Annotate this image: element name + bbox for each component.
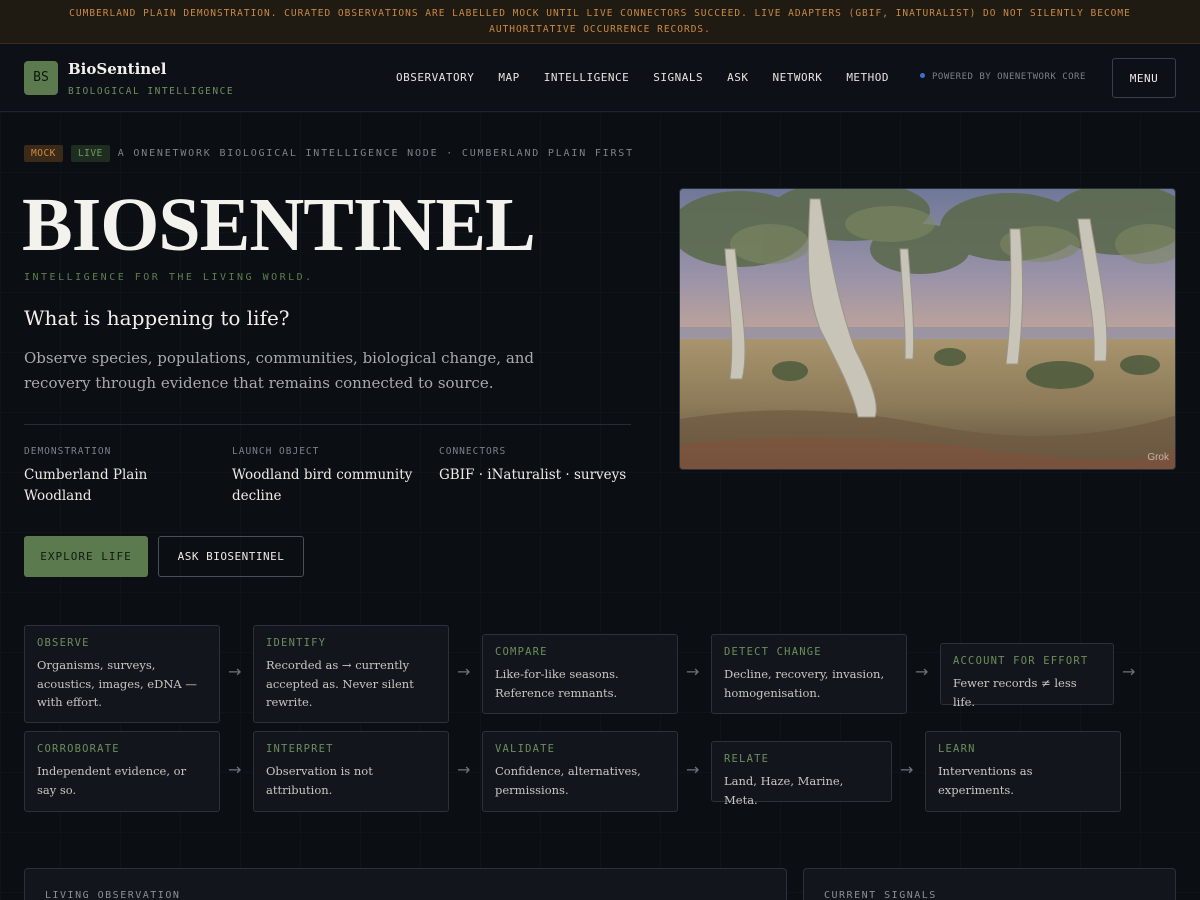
- powered-by-text: POWERED BY ONENETWORK CORE: [932, 72, 1086, 82]
- menu-button[interactable]: MENU: [1112, 58, 1176, 98]
- status-dot-icon: [920, 73, 925, 78]
- nav-method[interactable]: METHOD: [846, 71, 889, 84]
- arrow-right-icon: →: [900, 760, 914, 779]
- nav-observatory[interactable]: OBSERVATORY: [396, 71, 474, 84]
- flow-step-title: OBSERVE: [37, 637, 90, 649]
- flow-step-validate: VALIDATE Confidence, alternatives, permi…: [482, 731, 678, 812]
- hero-landscape-image: Grok: [679, 188, 1176, 470]
- flow-step-desc: Decline, recovery, invasion, homogenisat…: [724, 667, 885, 700]
- main-nav: OBSERVATORY MAP INTELLIGENCE SIGNALS ASK…: [396, 71, 913, 84]
- living-observation-panel: LIVING OBSERVATION: [24, 868, 787, 900]
- flow-step-desc: Interventions as experiments.: [938, 764, 1033, 797]
- flow-step-identify: IDENTIFY Recorded as → currently accepte…: [253, 625, 449, 723]
- meta-demonstration: DEMONSTRATION Cumberland Plain Woodland: [24, 446, 224, 507]
- arrow-right-icon: →: [915, 662, 929, 681]
- notice-banner-text: CUMBERLAND PLAIN DEMONSTRATION. CURATED …: [69, 8, 1131, 35]
- nav-ask[interactable]: ASK: [727, 71, 748, 84]
- flow-step-title: INTERPRET: [266, 743, 334, 755]
- flow-step-title: IDENTIFY: [266, 637, 327, 649]
- meta-label: DEMONSTRATION: [24, 446, 112, 457]
- meta-launch-object: LAUNCH OBJECT Woodland bird community de…: [232, 446, 432, 507]
- brand-name[interactable]: BioSentinel: [68, 60, 166, 78]
- flow-step-title: VALIDATE: [495, 743, 556, 755]
- nav-map[interactable]: MAP: [498, 71, 519, 84]
- flow-step-desc: Observation is not attribution.: [266, 764, 373, 797]
- arrow-right-icon: →: [228, 760, 242, 779]
- flow-step-title: LEARN: [938, 743, 976, 755]
- flow-step-compare: COMPARE Like-for-like seasons. Reference…: [482, 634, 678, 714]
- panel-title: CURRENT SIGNALS: [824, 890, 937, 900]
- flow-step-account-for-effort: ACCOUNT FOR EFFORT Fewer records ≠ less …: [940, 643, 1114, 709]
- image-watermark: Grok: [1147, 452, 1169, 463]
- flow-step-title: ACCOUNT FOR EFFORT: [953, 655, 1089, 667]
- ask-biosentinel-button[interactable]: ASK BIOSENTINEL: [158, 536, 304, 577]
- flow-step-observe: OBSERVE Organisms, surveys, acoustics, i…: [24, 625, 220, 723]
- meta-value: Woodland bird community decline: [232, 467, 413, 504]
- arrow-right-icon: →: [686, 760, 700, 779]
- woodland-illustration: [680, 189, 1175, 469]
- flow-step-desc: Independent evidence, or say so.: [37, 764, 187, 797]
- nav-signals[interactable]: SIGNALS: [653, 71, 703, 84]
- flow-step-title: COMPARE: [495, 646, 548, 658]
- brand-logo[interactable]: BS: [24, 61, 58, 95]
- flow-step-desc: Like-for-like seasons. Reference remnant…: [495, 667, 619, 700]
- hero-question: What is happening to life?: [24, 306, 290, 330]
- arrow-right-icon: →: [457, 760, 471, 779]
- meta-label: CONNECTORS: [439, 446, 507, 457]
- arrow-right-icon: →: [1122, 662, 1136, 681]
- flow-step-learn: LEARN Interventions as experiments.: [925, 731, 1121, 812]
- live-badge: LIVE: [70, 145, 110, 162]
- flow-step-corroborate: CORROBORATE Independent evidence, or say…: [24, 731, 220, 812]
- flow-step-desc: Fewer records ≠ less life.: [953, 676, 1077, 709]
- node-description: A ONENETWORK BIOLOGICAL INTELLIGENCE NOD…: [117, 148, 634, 159]
- explore-life-button[interactable]: EXPLORE LIFE: [24, 536, 148, 577]
- meta-label: LAUNCH OBJECT: [232, 446, 320, 457]
- meta-connectors: CONNECTORS GBIF · iNaturalist · surveys: [439, 446, 639, 486]
- flow-step-desc: Organisms, surveys, acoustics, images, e…: [37, 658, 197, 709]
- flow-step-title: DETECT CHANGE: [724, 646, 822, 658]
- nav-network[interactable]: NETWORK: [772, 71, 822, 84]
- hero-tags: MOCK LIVE A ONENETWORK BIOLOGICAL INTELL…: [24, 145, 634, 162]
- brand-subtitle: BIOLOGICAL INTELLIGENCE: [68, 86, 235, 97]
- flow-step-desc: Recorded as → currently accepted as. Nev…: [266, 658, 414, 709]
- flow-step-interpret: INTERPRET Observation is not attribution…: [253, 731, 449, 812]
- flow-step-title: RELATE: [724, 753, 770, 765]
- flow-step-desc: Land, Haze, Marine, Meta.: [724, 774, 844, 807]
- flow-step-detect-change: DETECT CHANGE Decline, recovery, invasio…: [711, 634, 907, 714]
- nav-intelligence[interactable]: INTELLIGENCE: [544, 71, 629, 84]
- meta-value: GBIF · iNaturalist · surveys: [439, 467, 627, 483]
- site-header: BS BioSentinel BIOLOGICAL INTELLIGENCE O…: [0, 44, 1200, 112]
- meta-value: Cumberland Plain Woodland: [24, 467, 148, 504]
- hero-title: BIOSENTINEL: [22, 183, 536, 267]
- flow-step-title: CORROBORATE: [37, 743, 120, 755]
- flow-step-desc: Confidence, alternatives, permissions.: [495, 764, 641, 797]
- hero-description: Observe species, populations, communitie…: [24, 349, 535, 392]
- panel-title: LIVING OBSERVATION: [45, 890, 181, 900]
- current-signals-panel: CURRENT SIGNALS: [803, 868, 1176, 900]
- mock-badge: MOCK: [24, 145, 63, 162]
- flow-step-relate: RELATE Land, Haze, Marine, Meta.: [711, 741, 892, 807]
- powered-by: POWERED BY ONENETWORK CORE: [920, 72, 1086, 82]
- arrow-right-icon: →: [228, 662, 242, 681]
- notice-banner: CUMBERLAND PLAIN DEMONSTRATION. CURATED …: [0, 0, 1200, 44]
- arrow-right-icon: →: [457, 662, 471, 681]
- hero-tagline: INTELLIGENCE FOR THE LIVING WORLD.: [24, 272, 314, 283]
- arrow-right-icon: →: [686, 662, 700, 681]
- hero-divider: [24, 424, 631, 425]
